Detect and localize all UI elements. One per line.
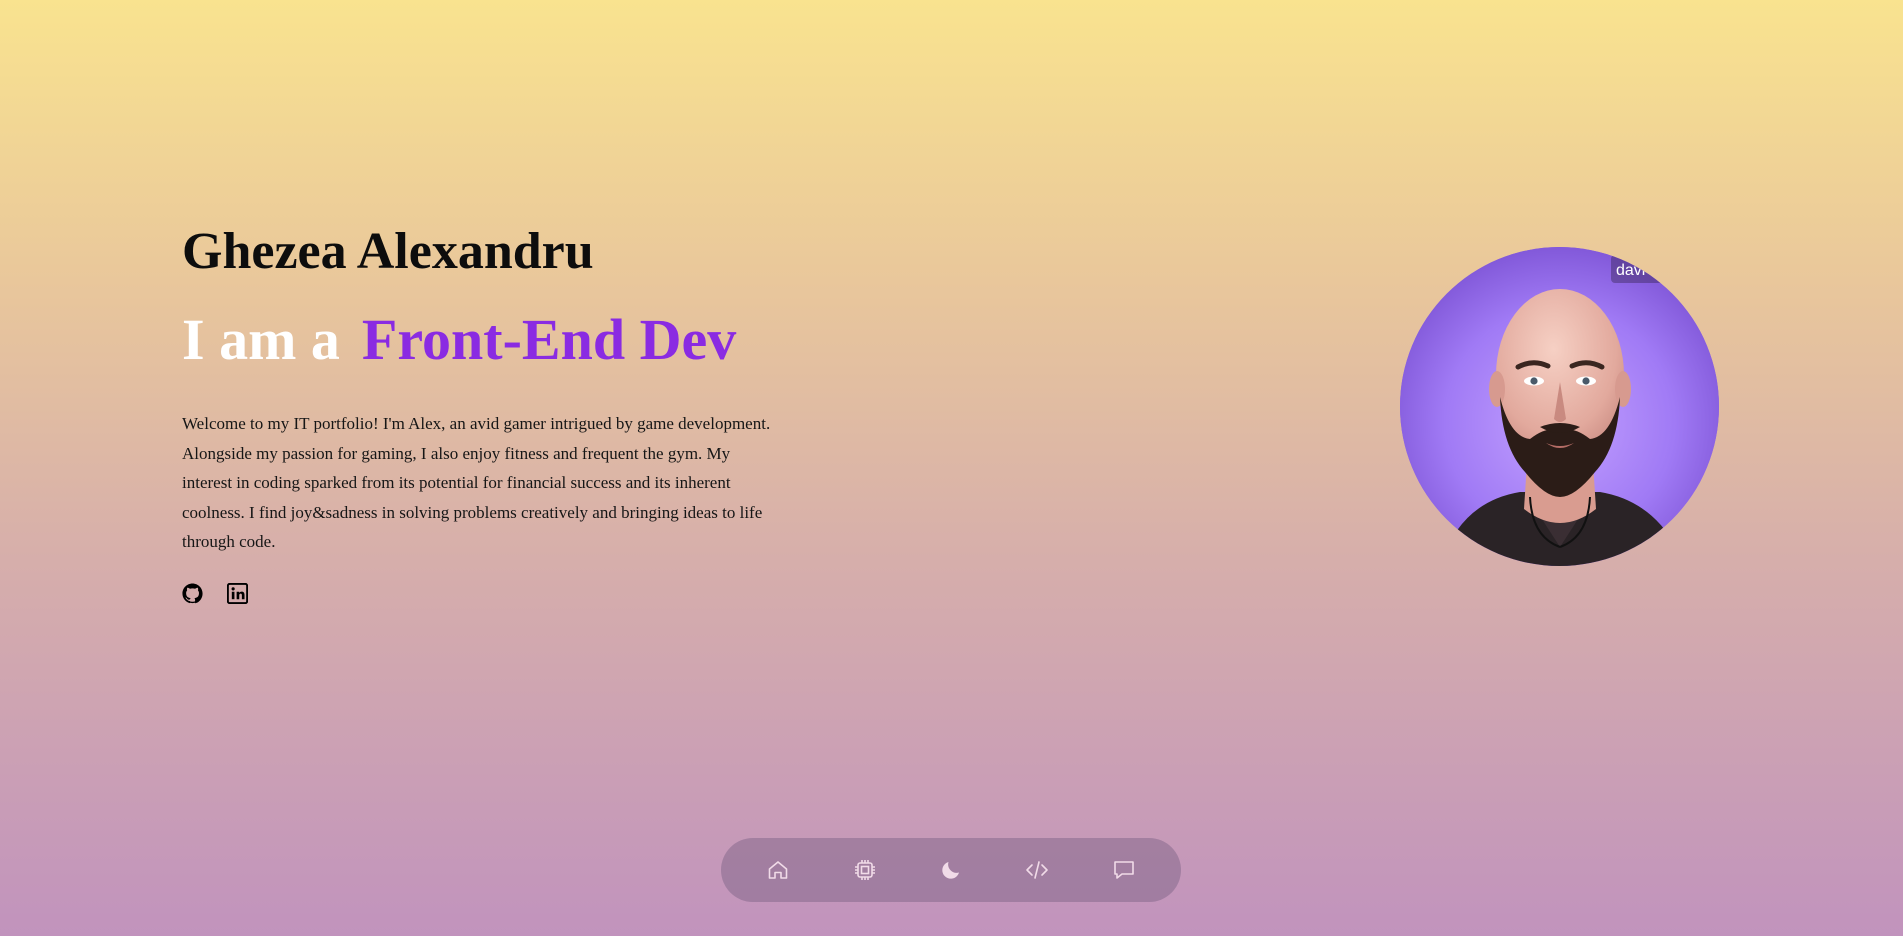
chip-icon <box>854 860 875 880</box>
hero-name: Ghezea Alexandru <box>182 223 594 280</box>
dock-theme-button[interactable] <box>931 850 971 890</box>
github-link[interactable] <box>182 583 203 604</box>
role-prefix: I am a <box>182 307 340 372</box>
role-title: Front-End Dev <box>361 307 737 372</box>
profile-photo: davi <box>1400 247 1719 566</box>
dock-contact-button[interactable] <box>1104 850 1144 890</box>
chat-icon <box>1113 861 1134 879</box>
avatar-watermark: davi <box>1616 262 1645 279</box>
dock-home-button[interactable] <box>758 850 798 890</box>
page: Ghezea Alexandru I am a Front-End Dev Wel… <box>0 0 1903 936</box>
home-icon <box>768 861 788 879</box>
github-icon <box>182 583 203 604</box>
dock-skills-button[interactable] <box>845 850 885 890</box>
bottom-dock <box>721 838 1181 902</box>
linkedin-link[interactable] <box>227 583 248 604</box>
hero-bio: Welcome to my IT portfolio! I'm Alex, an… <box>182 414 771 551</box>
dock-projects-button[interactable] <box>1017 850 1057 890</box>
social-links <box>182 583 248 604</box>
code-icon <box>1026 861 1049 879</box>
linkedin-icon <box>227 583 248 604</box>
portrait-illustration: davi <box>1400 247 1719 566</box>
hero-role: I am a Front-End Dev <box>182 305 736 375</box>
moon-icon <box>942 862 959 879</box>
